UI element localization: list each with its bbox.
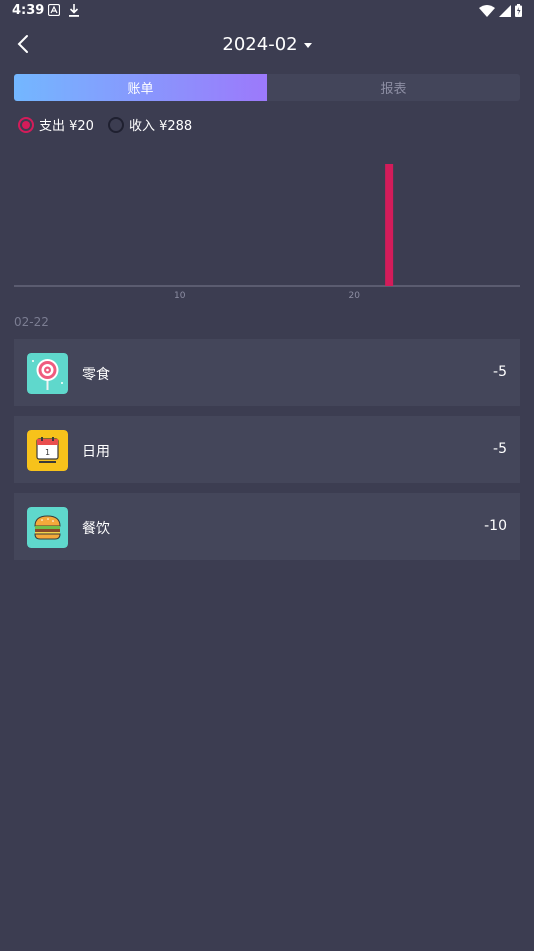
signal-icon — [499, 4, 511, 17]
record-name: 餐饮 — [82, 521, 110, 537]
expense-label: 支出 ¥20 — [39, 119, 94, 134]
dropdown-caret-icon — [303, 43, 312, 48]
tab-bill[interactable]: 账单 — [14, 74, 267, 101]
expense-radio[interactable]: 支出 ¥20 — [18, 115, 94, 134]
record-list: 零食 -5 1 日用 -5 餐饮 -10 — [14, 339, 520, 570]
record-amount: -10 — [484, 518, 507, 534]
record-name: 日用 — [82, 444, 110, 460]
record-amount: -5 — [493, 364, 507, 380]
list-item[interactable]: 零食 -5 — [14, 339, 520, 406]
page-title: 2024-02 — [222, 34, 298, 55]
tab-bar: 账单 报表 — [14, 74, 520, 101]
tab-report[interactable]: 报表 — [267, 74, 520, 101]
chart-tick-label: 10 — [174, 291, 186, 301]
download-icon — [69, 4, 79, 17]
list-item[interactable]: 1 日用 -5 — [14, 416, 520, 483]
record-amount: -5 — [493, 441, 507, 457]
chart-tick-label: 20 — [349, 291, 361, 301]
chart-bar[interactable] — [385, 164, 394, 286]
radio-unchecked-icon — [107, 116, 124, 133]
battery-icon — [515, 4, 522, 17]
header: 2024-02 — [0, 26, 534, 66]
date-group-label: 02-22 — [14, 315, 49, 329]
list-item[interactable]: 餐饮 -10 — [14, 493, 520, 560]
month-selector[interactable]: 2024-02 — [222, 34, 312, 55]
burger-icon — [27, 507, 68, 548]
lollipop-icon — [27, 353, 68, 394]
daily-chart: 10 20 — [14, 150, 520, 310]
status-bar: 4:39 — [0, 0, 534, 22]
status-time: 4:39 — [12, 3, 45, 18]
svg-text:1: 1 — [45, 448, 50, 457]
chart-svg: 10 20 — [14, 164, 520, 301]
income-label: 收入 ¥288 — [128, 119, 193, 134]
record-name: 零食 — [82, 367, 110, 383]
income-radio[interactable]: 收入 ¥288 — [107, 115, 193, 134]
radio-checked-icon — [18, 116, 34, 133]
type-filter: 支出 ¥20 收入 ¥288 — [18, 115, 192, 134]
wifi-icon — [479, 4, 495, 17]
calendar-icon: 1 — [27, 430, 68, 471]
notification-a-icon — [48, 4, 60, 16]
